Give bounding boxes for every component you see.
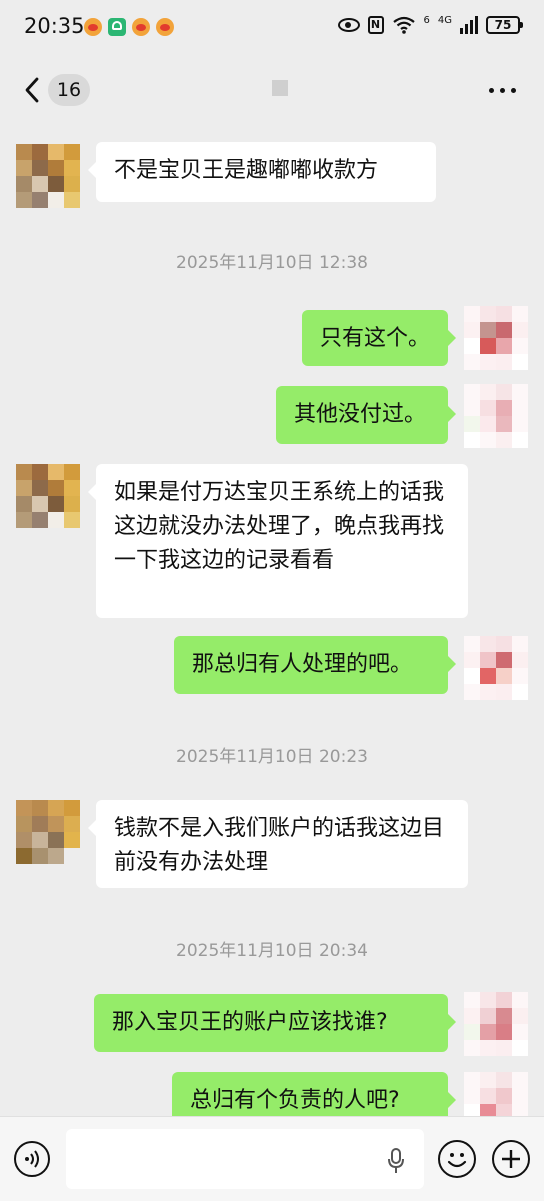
more-dots-icon[interactable] xyxy=(489,88,516,93)
chevron-left-icon[interactable] xyxy=(22,76,42,104)
message-list[interactable]: 不是宝贝王是趣嘟嘟收款方 2025年11月10日 12:38 只有这个。 其他没… xyxy=(0,124,544,1116)
my-avatar[interactable] xyxy=(464,992,528,1056)
weibo-notification-icon xyxy=(84,18,102,36)
message-timestamp: 2025年11月10日 20:34 xyxy=(176,941,368,961)
nfc-icon: N xyxy=(367,16,384,34)
message-bubble-outgoing[interactable]: 那入宝贝王的账户应该找谁? xyxy=(94,994,456,1052)
plus-icon[interactable] xyxy=(492,1140,530,1178)
wifi-icon xyxy=(392,16,416,34)
message-bubble-outgoing[interactable]: 总归有个负责的人吧? xyxy=(172,1072,456,1116)
network-label: 4G xyxy=(437,14,452,26)
message-bubble-incoming[interactable]: 不是宝贝王是趣嘟嘟收款方 xyxy=(88,142,436,202)
message-input[interactable] xyxy=(66,1129,424,1189)
wifi-label: 6 xyxy=(423,14,430,26)
battery-icon: 75 xyxy=(486,16,523,34)
contact-avatar[interactable] xyxy=(16,464,80,528)
chat-header: 16 xyxy=(0,56,544,124)
message-timestamp: 2025年11月10日 20:23 xyxy=(176,747,368,767)
message-bubble-outgoing[interactable]: 只有这个。 xyxy=(302,310,456,366)
status-time: 20:35 xyxy=(24,14,85,38)
notification-icons xyxy=(84,18,174,36)
voice-icon[interactable] xyxy=(14,1141,50,1177)
emoji-icon[interactable] xyxy=(438,1140,476,1178)
eye-comfort-icon xyxy=(337,18,360,32)
weibo-notification-icon xyxy=(132,18,150,36)
system-icons: N 6 4G 75 xyxy=(337,14,523,34)
chat-input-bar xyxy=(0,1116,544,1201)
message-bubble-incoming[interactable]: 如果是付万达宝贝王系统上的话我这边就没办法处理了，晚点我再找一下我这边的记录看看 xyxy=(88,464,468,618)
contact-avatar[interactable] xyxy=(16,144,80,208)
message-bubble-incoming[interactable]: 钱款不是入我们账户的话我这边目前没有办法处理 xyxy=(88,800,468,888)
contact-avatar[interactable] xyxy=(16,800,80,864)
message-timestamp: 2025年11月10日 12:38 xyxy=(176,253,368,273)
weibo-notification-icon xyxy=(156,18,174,36)
mic-icon[interactable] xyxy=(386,1147,406,1175)
chat-title-blurred xyxy=(272,80,288,96)
my-avatar[interactable] xyxy=(464,306,528,370)
my-avatar[interactable] xyxy=(464,1072,528,1116)
my-avatar[interactable] xyxy=(464,636,528,700)
signal-icon xyxy=(460,16,478,34)
unread-count-badge[interactable]: 16 xyxy=(48,74,90,106)
my-avatar[interactable] xyxy=(464,384,528,448)
message-bubble-outgoing[interactable]: 其他没付过。 xyxy=(276,386,456,444)
message-bubble-outgoing[interactable]: 那总归有人处理的吧。 xyxy=(174,636,456,694)
status-bar: 20:35 N 6 4G 75 xyxy=(0,0,544,56)
app-notification-icon xyxy=(108,18,126,36)
